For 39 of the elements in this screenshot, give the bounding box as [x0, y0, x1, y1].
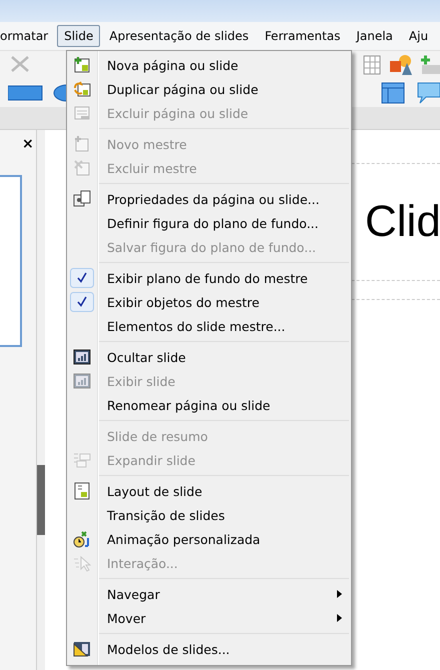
menu-item[interactable]: Propriedades da página ou slide... — [67, 187, 351, 211]
menu-item[interactable]: Exibir objetos do mestre — [67, 290, 351, 314]
page-properties-icon — [73, 190, 91, 208]
delete-page-icon — [73, 104, 91, 122]
slide-thumbnail[interactable] — [0, 175, 22, 347]
bar-chart-icon — [73, 372, 91, 390]
menu-item[interactable]: Animação personalizada — [67, 527, 351, 551]
menu-item[interactable]: Navegar — [67, 582, 351, 606]
menu-item[interactable]: Ocultar slide — [67, 345, 351, 369]
bar-chart-icon — [73, 348, 91, 366]
expand-slide-icon — [73, 451, 91, 469]
menu-item[interactable]: Duplicar página ou slide — [67, 77, 351, 101]
animation-icon — [73, 530, 91, 548]
menu-item[interactable]: Transição de slides — [67, 503, 351, 527]
templates-icon — [73, 640, 91, 658]
menu-bar-item[interactable]: Janela — [349, 25, 400, 47]
delete-master-icon — [73, 159, 91, 177]
new-page-icon — [73, 56, 91, 74]
menu-item[interactable]: Elementos do slide mestre... — [67, 314, 351, 338]
menu-item[interactable]: Definir figura do plano de fundo... — [67, 211, 351, 235]
menu-item[interactable]: Layout de slide — [67, 479, 351, 503]
menu-item[interactable]: Mover — [67, 606, 351, 630]
menu-item[interactable]: Nova página ou slide — [67, 53, 351, 77]
shapes-icon[interactable] — [388, 53, 414, 77]
media-icon[interactable] — [418, 53, 440, 77]
duplicate-page-icon — [73, 80, 91, 98]
menu-item[interactable]: Exibir plano de fundo do mestre — [67, 266, 351, 290]
menu-bar-item[interactable]: Slide — [57, 25, 100, 47]
master-page-icon — [73, 135, 91, 153]
menu-bar-item[interactable]: Aju — [402, 25, 436, 47]
menu-item[interactable]: Modelos de slides... — [67, 637, 351, 661]
close-button[interactable]: × — [22, 136, 34, 152]
menu-item[interactable]: Renomear página ou slide — [67, 393, 351, 417]
slide-title: Clid — [365, 196, 440, 248]
layout-icon — [73, 482, 91, 500]
menu-bar-item[interactable]: Apresentação de slides — [102, 25, 256, 47]
cursor-icon — [73, 554, 91, 572]
menu-bar-item[interactable]: ormatar — [0, 25, 56, 47]
menu-bar-item[interactable]: Ferramentas — [258, 25, 348, 47]
